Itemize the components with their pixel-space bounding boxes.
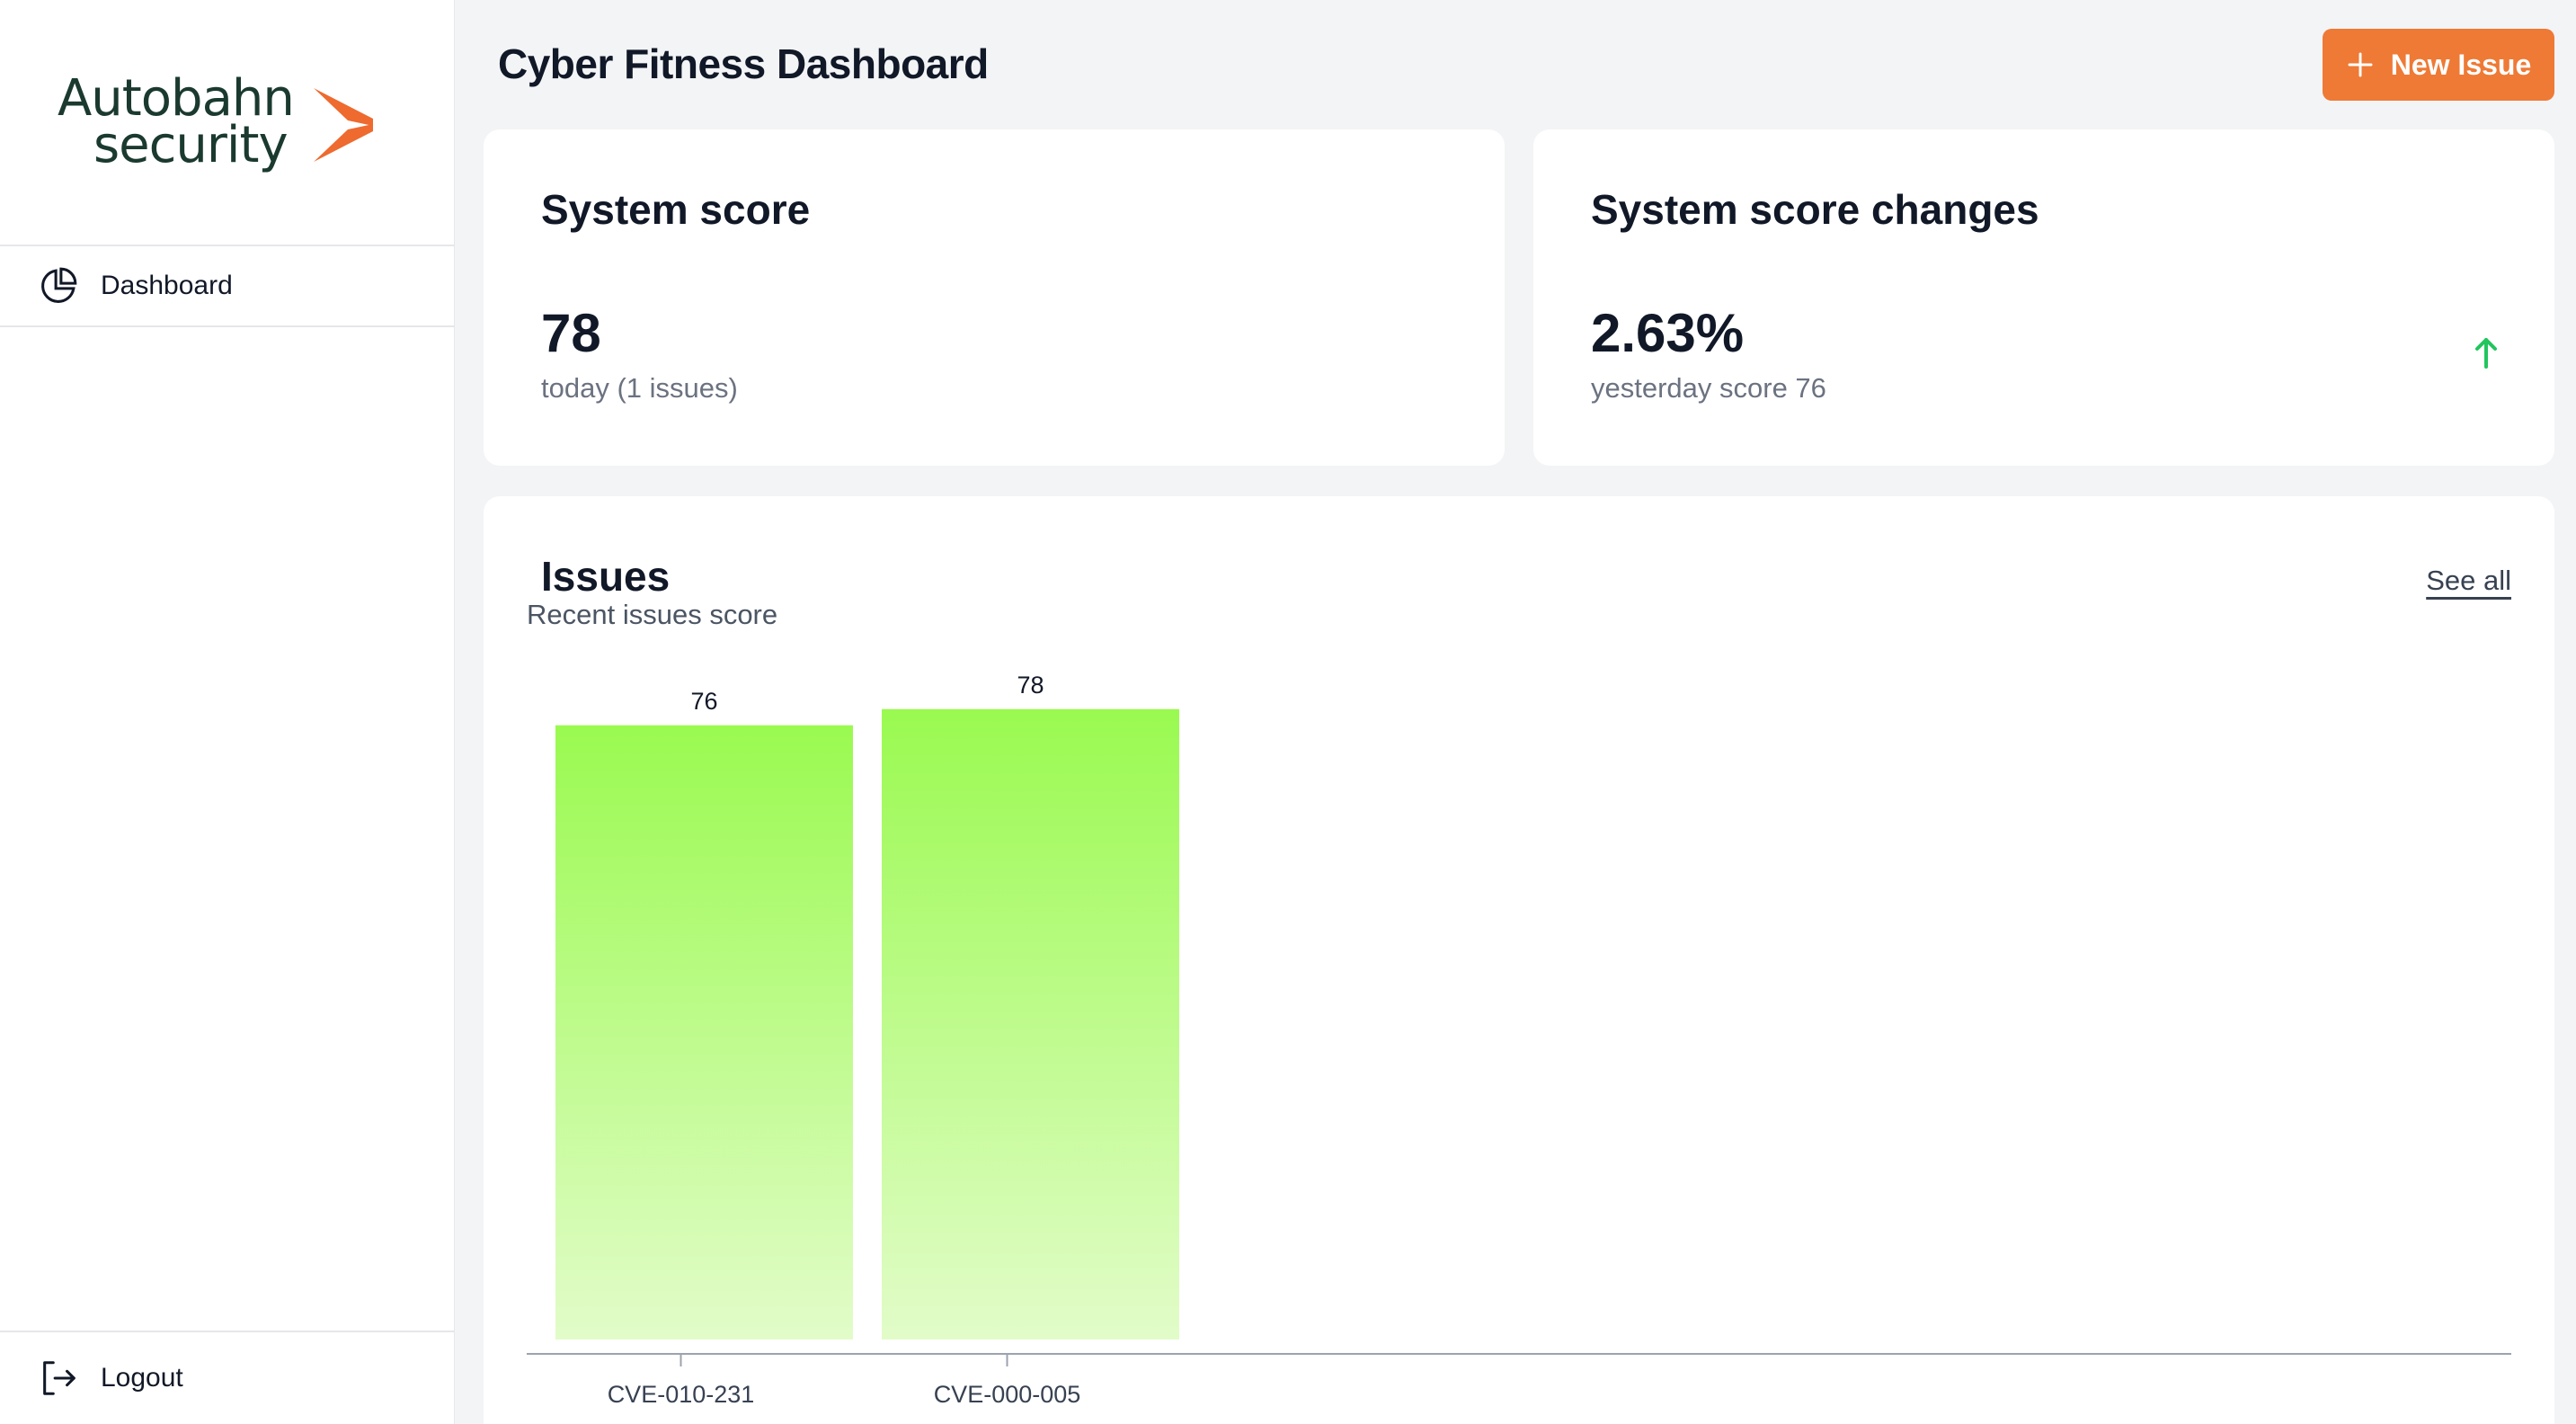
logout-icon bbox=[43, 1361, 76, 1395]
new-issue-button[interactable]: New Issue bbox=[2323, 29, 2554, 101]
system-score-value: 78 bbox=[541, 303, 601, 363]
sidebar: Autobahn security Dashboard Logout bbox=[0, 0, 455, 1424]
score-changes-value: 2.63% bbox=[1591, 303, 1745, 363]
logo-chevron-icon bbox=[313, 88, 373, 162]
logo-wordmark: Autobahn security bbox=[58, 74, 295, 174]
score-changes-title: System score changes bbox=[1591, 186, 2039, 233]
chart-bar[interactable] bbox=[555, 725, 853, 1339]
system-score-title: System score bbox=[541, 186, 811, 233]
logo-line-2: security bbox=[93, 116, 289, 174]
chart-bar[interactable] bbox=[882, 708, 1179, 1339]
brand-logo[interactable]: Autobahn security bbox=[0, 0, 454, 246]
issues-card: Issues Recent issues score See all 76 78 … bbox=[484, 496, 2554, 1424]
score-changes-card: System score changes 2.63% yesterday sco… bbox=[1533, 129, 2554, 466]
new-issue-label: New Issue bbox=[2390, 48, 2532, 81]
main-content: Cyber Fitness Dashboard New Issue System… bbox=[455, 0, 2576, 1424]
page-title: Cyber Fitness Dashboard bbox=[498, 40, 989, 87]
logout-button[interactable]: Logout bbox=[0, 1331, 454, 1424]
bar-value-label: 76 bbox=[690, 688, 717, 715]
score-changes-subtitle: yesterday score 76 bbox=[1591, 372, 1826, 404]
bar-value-label: 78 bbox=[1017, 672, 1044, 699]
x-axis-tick-label: CVE-010-231 bbox=[608, 1381, 755, 1408]
system-score-card: System score 78 today (1 issues) bbox=[484, 129, 1505, 466]
logout-label: Logout bbox=[101, 1363, 183, 1393]
pie-chart-icon bbox=[41, 267, 77, 303]
plus-icon bbox=[2348, 52, 2373, 77]
sidebar-item-dashboard[interactable]: Dashboard bbox=[0, 246, 454, 327]
issues-bar-chart: 76 78 CVE-010-231 CVE-000-005 bbox=[527, 672, 2511, 1408]
arrow-up-icon bbox=[2475, 338, 2497, 369]
app-root: Autobahn security Dashboard Logout Cyber… bbox=[0, 0, 2576, 1424]
x-axis-tick-label: CVE-000-005 bbox=[934, 1381, 1081, 1408]
system-score-subtitle: today (1 issues) bbox=[541, 372, 738, 404]
sidebar-item-label: Dashboard bbox=[101, 271, 233, 300]
